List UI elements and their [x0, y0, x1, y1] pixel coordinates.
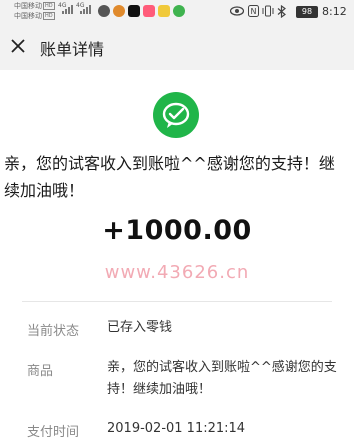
carrier-2: 中国移动 HD: [14, 12, 55, 21]
signal-icon-2: [80, 4, 94, 14]
app-icon-green: [173, 5, 185, 17]
payment-time-value: 2019-02-01 11:21:14: [107, 421, 246, 436]
clock: 8:12: [322, 5, 347, 18]
status-label: 当前状态: [27, 324, 80, 339]
chat-app-icon: [98, 5, 110, 17]
goods-label: 商品: [27, 364, 54, 379]
payment-time-label: 支付时间: [27, 425, 80, 440]
hd-badge: HD: [43, 2, 55, 10]
carrier-1-label: 中国移动: [14, 2, 42, 10]
svg-text:N: N: [251, 7, 257, 16]
divider: [22, 301, 332, 302]
app-icon-pink: [143, 5, 155, 17]
carrier-2-label: 中国移动: [14, 12, 42, 20]
tiktok-icon: [128, 5, 140, 17]
page-title: 账单详情: [40, 40, 105, 59]
battery-level: 98: [301, 7, 313, 16]
payment-message: 亲，您的试客收入到账啦^^感谢您的支持！继续加油哦！: [4, 154, 335, 200]
nfc-icon: N: [248, 5, 259, 17]
signal-icon: [62, 4, 76, 14]
bluetooth-icon: [277, 5, 286, 18]
close-icon[interactable]: [10, 38, 26, 54]
hd-badge-2: HD: [43, 12, 55, 20]
eye-icon: [230, 6, 244, 16]
watermark-text: www.43626.cn: [104, 262, 250, 283]
battery-indicator: 98: [296, 6, 318, 18]
vibrate-icon: [262, 5, 274, 17]
status-value: 已存入零钱: [107, 320, 173, 335]
payment-amount: +1000.00: [102, 215, 252, 246]
app-icon-orange: [113, 5, 125, 17]
wechat-pay-logo-icon: [153, 92, 199, 138]
carrier-1: 中国移动 HD: [14, 2, 55, 11]
goods-value: 亲，您的试客收入到账啦^^感谢您的支持！继续加油哦！: [107, 360, 337, 397]
status-bar: 中国移动 HD 中国移动 HD 4G 4G N 98 8:12: [0, 0, 354, 24]
app-icon-yellow: [158, 5, 170, 17]
app-header: 账单详情: [0, 24, 354, 70]
